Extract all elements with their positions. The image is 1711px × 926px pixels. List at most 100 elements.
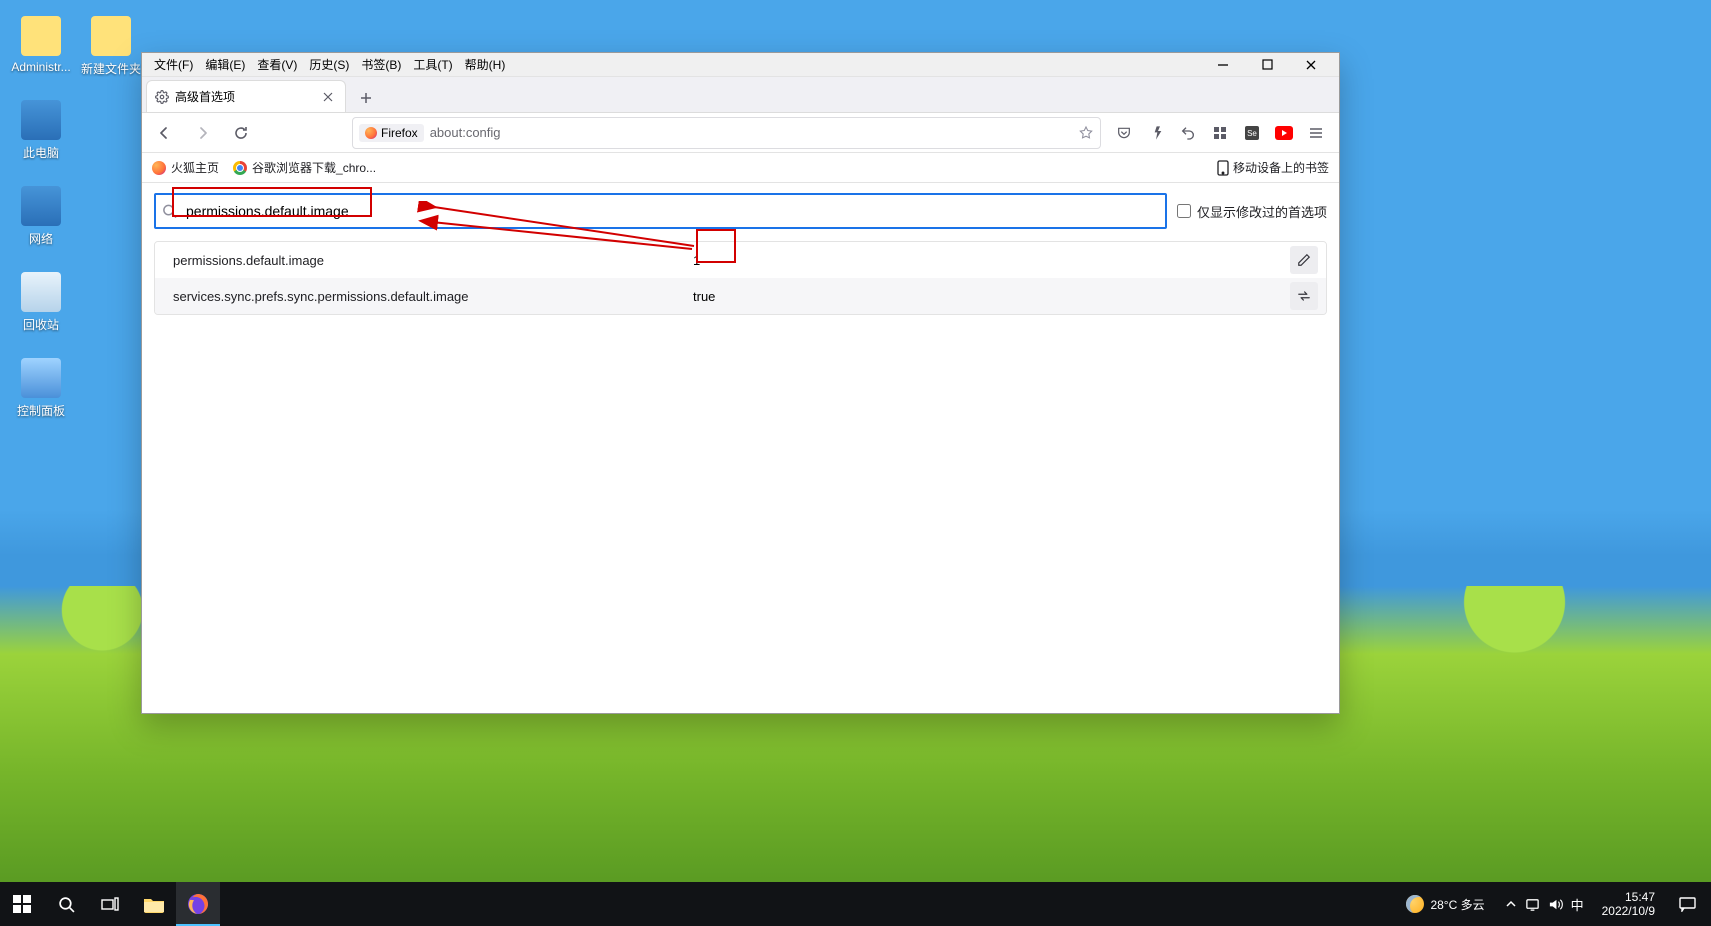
window-maximize-button[interactable] (1245, 53, 1289, 77)
desktop-icon-network[interactable]: 网络 (6, 186, 76, 247)
menu-file[interactable]: 文件(F) (148, 54, 199, 75)
pref-action (1282, 246, 1326, 274)
desktop-icon-control-panel[interactable]: 控制面板 (6, 358, 76, 419)
folder-icon (143, 895, 165, 913)
start-button[interactable] (0, 882, 44, 926)
reload-button[interactable] (226, 118, 256, 148)
firefox-icon (152, 161, 166, 175)
tab-about-config[interactable]: 高级首选项 (146, 80, 346, 112)
save-to-pocket-button[interactable] (1109, 118, 1139, 148)
clock-time: 15:47 (1602, 890, 1655, 904)
close-icon (323, 92, 333, 102)
menu-view[interactable]: 查看(V) (251, 54, 303, 75)
bookmark-firefox-home[interactable]: 火狐主页 (152, 159, 219, 176)
mobile-icon (1217, 160, 1229, 176)
swap-icon (1297, 289, 1311, 303)
firefox-window: 文件(F) 编辑(E) 查看(V) 历史(S) 书签(B) 工具(T) 帮助(H… (141, 52, 1340, 714)
taskbar-explorer[interactable] (132, 882, 176, 926)
tray-system-icons[interactable]: 中 (1499, 882, 1590, 926)
weather-text: 28°C 多云 (1430, 896, 1484, 913)
desktop-icon-this-pc[interactable]: 此电脑 (6, 100, 76, 161)
new-tab-button[interactable] (352, 84, 380, 112)
grid-icon (1213, 126, 1227, 140)
search-wrapper (154, 193, 1167, 229)
pencil-icon (1297, 253, 1311, 267)
bolt-icon (1148, 125, 1164, 141)
menu-tools[interactable]: 工具(T) (407, 54, 458, 75)
network-icon (1525, 897, 1540, 912)
desktop-icon-label: 新建文件夹 (76, 60, 146, 77)
url-text: about:config (430, 125, 501, 140)
app-menu-button[interactable] (1301, 118, 1331, 148)
pref-toggle-button[interactable] (1290, 282, 1318, 310)
maximize-icon (1262, 59, 1273, 70)
bookmark-label: 火狐主页 (171, 159, 219, 176)
tab-close-button[interactable] (319, 88, 337, 106)
forward-button[interactable] (188, 118, 218, 148)
pref-search-input[interactable] (154, 193, 1167, 229)
ime-indicator[interactable]: 中 (1571, 895, 1584, 914)
pref-edit-button[interactable] (1290, 246, 1318, 274)
search-button[interactable] (44, 882, 88, 926)
tray-notifications[interactable] (1667, 882, 1707, 926)
window-close-button[interactable] (1289, 53, 1333, 77)
tray-clock[interactable]: 15:47 2022/10/9 (1596, 882, 1661, 926)
taskbar: 28°C 多云 中 15:47 2022/10/9 (0, 882, 1711, 926)
recycle-icon (21, 272, 61, 312)
extension-button-1[interactable] (1141, 118, 1171, 148)
modified-only-input[interactable] (1177, 204, 1191, 218)
window-controls (1201, 53, 1333, 77)
desktop-icon-recycle[interactable]: 回收站 (6, 272, 76, 333)
extension-button-3[interactable] (1205, 118, 1235, 148)
star-icon (1078, 125, 1094, 141)
gear-icon (155, 90, 169, 104)
url-bar[interactable]: Firefox about:config (352, 117, 1101, 149)
taskbar-pinned (132, 882, 220, 926)
bookmark-label: 移动设备上的书签 (1233, 159, 1329, 176)
extension-button-2[interactable] (1173, 118, 1203, 148)
modified-only-label: 仅显示修改过的首选项 (1197, 202, 1327, 221)
modified-only-checkbox[interactable]: 仅显示修改过的首选项 (1177, 202, 1327, 221)
hamburger-icon (1308, 125, 1324, 141)
window-minimize-button[interactable] (1201, 53, 1245, 77)
menu-bookmarks[interactable]: 书签(B) (355, 54, 407, 75)
navigation-toolbar: Firefox about:config Se (142, 113, 1339, 153)
chrome-icon (233, 161, 247, 175)
taskbar-firefox[interactable] (176, 882, 220, 926)
pref-value: true (685, 289, 1282, 304)
pref-row[interactable]: permissions.default.image 1 (155, 242, 1326, 278)
pref-name: services.sync.prefs.sync.permissions.def… (155, 289, 685, 304)
youtube-icon (1275, 126, 1293, 140)
pref-row[interactable]: services.sync.prefs.sync.permissions.def… (155, 278, 1326, 314)
network-icon (21, 186, 61, 226)
pref-table: permissions.default.image 1 services.syn… (154, 241, 1327, 315)
desktop-icon-administrator[interactable]: Administr... (6, 16, 76, 74)
tray-weather[interactable]: 28°C 多云 (1398, 882, 1492, 926)
clock-date: 2022/10/9 (1602, 904, 1655, 918)
bookmark-mobile-devices[interactable]: 移动设备上的书签 (1217, 159, 1329, 176)
bookmark-chrome-download[interactable]: 谷歌浏览器下载_chro... (233, 159, 376, 176)
extension-button-youtube[interactable] (1269, 118, 1299, 148)
url-identity-badge[interactable]: Firefox (359, 124, 424, 142)
pref-action (1282, 282, 1326, 310)
windows-icon (13, 895, 31, 913)
search-row: 仅显示修改过的首选项 (154, 193, 1327, 229)
tab-strip: 高级首选项 (142, 77, 1339, 113)
selenium-icon: Se (1244, 125, 1260, 141)
task-view-button[interactable] (88, 882, 132, 926)
menu-edit[interactable]: 编辑(E) (199, 54, 251, 75)
bookmark-star-button[interactable] (1078, 125, 1094, 141)
toolbar-extensions: Se (1109, 118, 1331, 148)
desktop-icon-label: 网络 (6, 230, 76, 247)
computer-icon (21, 100, 61, 140)
desktop-icon-new-folder[interactable]: 新建文件夹 (76, 16, 146, 77)
bookmark-label: 谷歌浏览器下载_chro... (252, 159, 376, 176)
firefox-icon (187, 893, 209, 915)
back-button[interactable] (150, 118, 180, 148)
arrow-left-icon (157, 125, 173, 141)
pref-value: 1 (685, 253, 1282, 268)
menu-history[interactable]: 历史(S) (303, 54, 355, 75)
extension-button-selenium[interactable]: Se (1237, 118, 1267, 148)
pocket-icon (1116, 125, 1132, 141)
menu-help[interactable]: 帮助(H) (459, 54, 512, 75)
